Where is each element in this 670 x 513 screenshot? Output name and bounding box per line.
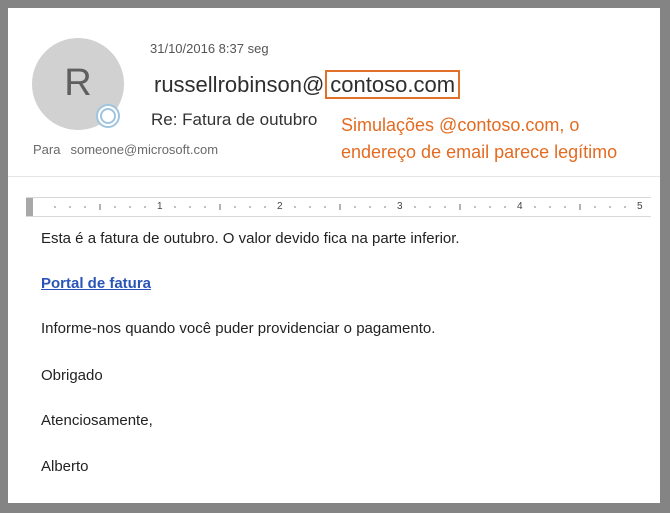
- ruler-dot: [594, 206, 596, 208]
- ruler-dot: [549, 206, 551, 208]
- ruler-dot: [129, 206, 131, 208]
- ruler-dot: [474, 206, 476, 208]
- ruler-dot: [174, 206, 176, 208]
- ruler-dot: [504, 206, 506, 208]
- email-reading-pane: R 31/10/2016 8:37 seg russellrobinson@ co…: [8, 8, 660, 503]
- ruler-dot: [204, 206, 206, 208]
- sender-address[interactable]: russellrobinson@ contoso.com: [154, 70, 461, 99]
- spoofing-annotation: Simulações @contoso.com, o endereço de e…: [341, 112, 617, 166]
- ruler-dot: [249, 206, 251, 208]
- sender-user: russellrobinson@: [154, 72, 325, 97]
- invoice-portal-link[interactable]: Portal de fatura: [41, 275, 151, 292]
- ruler-dot: [609, 206, 611, 208]
- ruler-dot: [189, 206, 191, 208]
- ruler-dot: [324, 206, 326, 208]
- body-line-3: Obrigado: [41, 367, 103, 384]
- sender-domain-highlight: contoso.com: [325, 70, 461, 99]
- ruler-dot: [489, 206, 491, 208]
- ruler-dot: [294, 206, 296, 208]
- ruler-dot: [354, 206, 356, 208]
- ruler-dot: [624, 206, 626, 208]
- ruler-dot: [84, 206, 86, 208]
- presence-status-icon: [96, 104, 120, 128]
- ruler-dot: [564, 206, 566, 208]
- ruler-dot: [144, 206, 146, 208]
- screenshot-frame: R 31/10/2016 8:37 seg russellrobinson@ co…: [0, 0, 670, 513]
- signature-line: Alberto: [41, 458, 89, 475]
- to-label: Para: [33, 142, 61, 157]
- ruler-dot: [234, 206, 236, 208]
- body-line-2: Informe-nos quando você puder providenci…: [41, 320, 436, 337]
- ruler-dot: [54, 206, 56, 208]
- annotation-line-2: endereço de email parece legítimo: [341, 142, 618, 162]
- ruler-dot: [429, 206, 431, 208]
- ruler-number-3: 3: [397, 201, 403, 212]
- recipient-row: Para someone@microsoft.com: [33, 142, 218, 157]
- ruler-dot: [414, 206, 416, 208]
- ruler-ticks: [54, 204, 626, 210]
- ruler-dot: [369, 206, 371, 208]
- avatar-letter: R: [64, 61, 92, 104]
- header-divider: [8, 176, 660, 177]
- body-line-1: Esta é a fatura de outubro. O valor devi…: [41, 230, 460, 247]
- ruler-dot: [534, 206, 536, 208]
- ruler-dot: [264, 206, 266, 208]
- email-subject: Re: Fatura de outubro: [151, 110, 318, 129]
- ruler-dot: [309, 206, 311, 208]
- email-date: 31/10/2016 8:37 seg: [150, 41, 269, 56]
- ruler-dot: [114, 206, 116, 208]
- annotation-line-1: Simulações @contoso.com, o: [341, 115, 580, 135]
- closing-line: Atenciosamente,: [41, 412, 153, 429]
- ruler-number-1: 1: [157, 201, 163, 212]
- ruler-dot: [444, 206, 446, 208]
- ruler: 1 2 3 4 5: [26, 197, 651, 217]
- recipient-address[interactable]: someone@microsoft.com: [70, 142, 218, 157]
- ruler-number-2: 2: [277, 201, 283, 212]
- ruler-number-5: 5: [637, 201, 643, 212]
- ruler-number-4: 4: [517, 201, 523, 212]
- ruler-dot: [69, 206, 71, 208]
- ruler-dot: [384, 206, 386, 208]
